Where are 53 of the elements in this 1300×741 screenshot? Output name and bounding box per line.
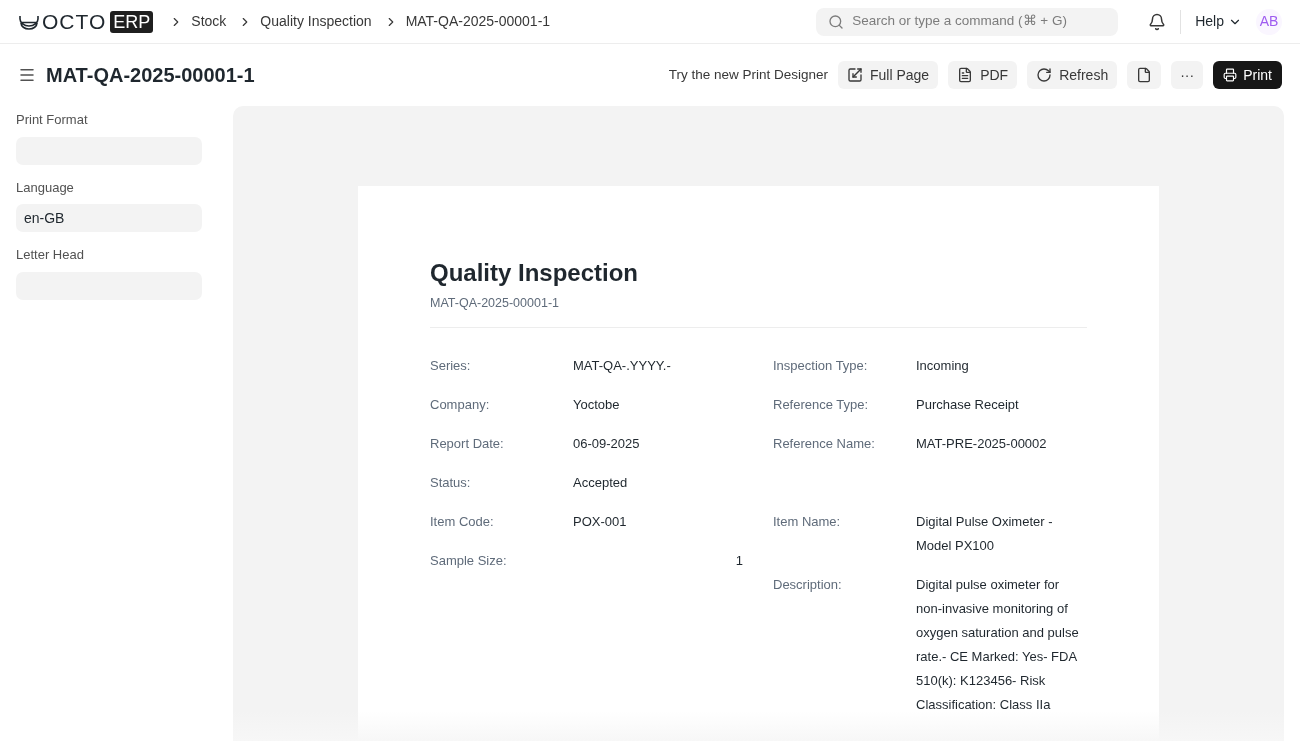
field-value: POX-001 (573, 512, 628, 531)
breadcrumb-link[interactable]: MAT-QA-2025-00001-1 (405, 11, 551, 32)
field-value: Digital pulse oximeter for non-invasive monitoring of oxygen saturation and pulse rate.- CE Marked: Yes- FDA 510(k): K123456- Risk Classification: Class IIa (916, 575, 1080, 714)
resize-icon (847, 67, 863, 83)
logo-badge: ERP (110, 10, 154, 33)
field-value: Purchase Receipt (916, 395, 1020, 414)
field-label: Inspection Type: (773, 356, 869, 375)
pdf-button[interactable]: PDF (948, 61, 1018, 89)
print-button[interactable]: Print (1213, 61, 1282, 89)
field-label: Print Format (16, 111, 89, 129)
field-label: Language (16, 178, 75, 197)
field-label: Sample Size: (430, 551, 508, 570)
notification-icon[interactable] (1148, 12, 1167, 31)
search-field[interactable]: Search or type a command (⌘ + G) (816, 7, 1119, 36)
field-value: MAT-PRE-2025-00002 (916, 434, 1048, 453)
field-value: 06-09-2025 (573, 434, 641, 453)
breadcrumb-link[interactable]: Quality Inspection (260, 11, 372, 32)
field-label: Series: (430, 356, 472, 375)
field-value: Digital Pulse Oximeter - Model PX100 (916, 512, 1054, 555)
more-button[interactable]: ··· (1171, 61, 1204, 89)
refresh-icon (1036, 67, 1053, 83)
field-value: Accepted (573, 473, 629, 492)
field-label: Status: (430, 473, 472, 492)
page-icon (1136, 67, 1153, 83)
menu-icon[interactable] (18, 66, 36, 84)
avatar[interactable]: AB (1256, 8, 1282, 35)
help-menu[interactable]: Help (1195, 11, 1242, 32)
printer-icon (1223, 68, 1238, 82)
field-label: Reference Type: (773, 395, 870, 414)
print-designer-link[interactable]: Try the new Print Designer (668, 64, 828, 86)
select-field[interactable]: en-GB (16, 204, 202, 232)
document-subtitle: MAT-QA-2025-00001-1 (430, 294, 1087, 328)
field-label: Item Code: (430, 512, 495, 531)
field-value: Yoctobe (573, 395, 621, 414)
document-icon (957, 67, 974, 83)
field-label: Reference Name: (773, 434, 876, 453)
field-value: MAT-QA-.YYYY.- (573, 356, 672, 375)
field-value: Incoming (916, 356, 970, 375)
field-label: Letter Head (16, 246, 85, 264)
page-title: MAT-QA-2025-00001-1 (46, 63, 255, 88)
document-title: Quality Inspection (430, 258, 640, 288)
field-label: Company: (430, 395, 491, 414)
breadcrumb-link[interactable]: Stock (191, 11, 227, 32)
field-label: Report Date: (430, 434, 505, 453)
logo-mark-icon (18, 13, 40, 30)
field-label: Item Name: (773, 512, 842, 531)
logo-text[interactable]: OCTO (42, 11, 107, 32)
field-label: Description: (773, 575, 843, 594)
refresh-button[interactable]: Refresh (1027, 61, 1118, 89)
page-button[interactable] (1127, 61, 1162, 89)
search-icon (828, 13, 845, 30)
full-page-button[interactable]: Full Page (838, 61, 939, 89)
field-value: 1 (734, 551, 743, 570)
